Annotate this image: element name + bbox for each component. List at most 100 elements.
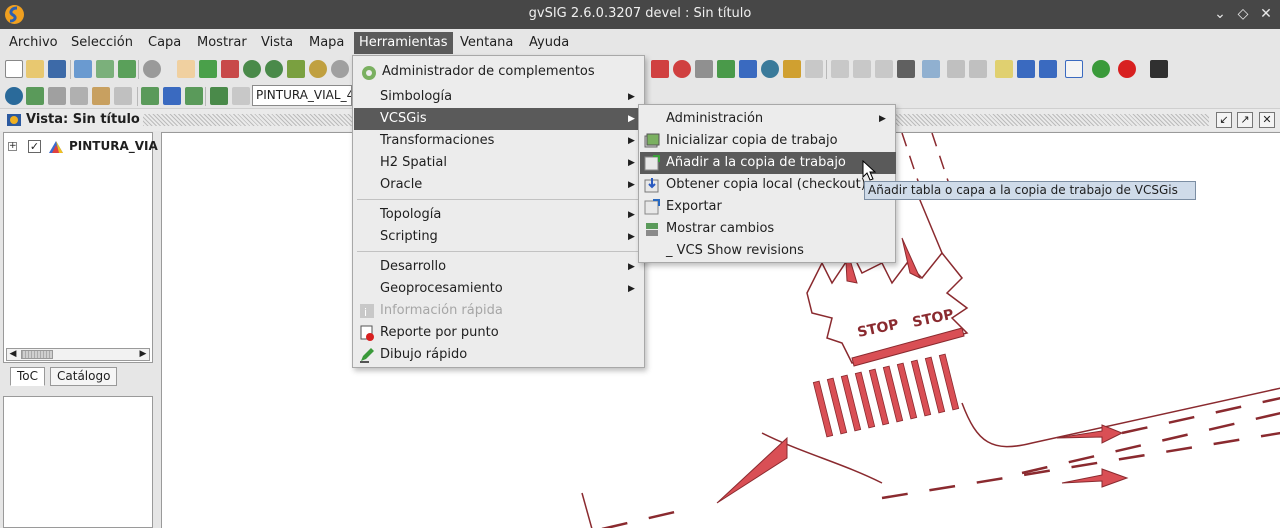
toc-horizontal-scrollbar[interactable]: ◀ ▶	[6, 348, 150, 361]
init-workingcopy-icon	[644, 133, 660, 148]
menu-ayuda[interactable]: Ayuda	[524, 32, 574, 54]
brush-icon[interactable]	[92, 87, 110, 105]
layer-edit-icon[interactable]	[210, 87, 228, 105]
menu-item-geoprocesamiento[interactable]: Geoprocesamiento ▶	[354, 278, 645, 300]
save-icon[interactable]	[48, 60, 66, 78]
menu-item-desarrollo[interactable]: Desarrollo ▶	[354, 256, 645, 278]
menu-item-mostrar-cambios[interactable]: Mostrar cambios	[640, 218, 896, 240]
upload-icon[interactable]	[185, 87, 203, 105]
tiles-icon[interactable]	[70, 87, 88, 105]
menu-herramientas[interactable]: Herramientas	[354, 32, 453, 54]
import-icon[interactable]	[118, 60, 136, 78]
layer-name: PINTURA_VIA	[69, 139, 158, 153]
attributes-icon[interactable]	[232, 87, 250, 105]
submenu-arrow-icon: ▶	[628, 92, 635, 102]
menu-capa[interactable]: Capa	[143, 32, 186, 54]
wms-globe-icon[interactable]	[5, 87, 23, 105]
menu-item-dibujo-rapido[interactable]: Dibujo rápido	[354, 344, 645, 366]
globe-icon[interactable]	[761, 60, 779, 78]
menu-item-transformaciones[interactable]: Transformaciones ▶	[354, 130, 645, 152]
sync-icon[interactable]	[48, 87, 66, 105]
toc-panel: + ✓ PINTURA_VIA	[3, 132, 158, 363]
error-icon[interactable]	[1118, 60, 1136, 78]
menu-item-checkout[interactable]: Obtener copia local (checkout)	[640, 174, 896, 196]
zoom-in-icon[interactable]	[243, 60, 261, 78]
layer-combo[interactable]: PINTURA_VIAL_4	[252, 85, 352, 106]
clear-selection-icon[interactable]	[805, 60, 823, 78]
zoom-out-icon[interactable]	[265, 60, 283, 78]
layer-visibility-checkbox[interactable]: ✓	[28, 140, 41, 153]
menu-item-simbologia[interactable]: Simbología ▶	[354, 86, 645, 108]
image-icon[interactable]	[114, 87, 132, 105]
raster-icon[interactable]	[26, 87, 44, 105]
menu-ventana[interactable]: Ventana	[455, 32, 518, 54]
pan-hand-icon[interactable]	[177, 60, 195, 78]
invert-selection-icon[interactable]	[783, 60, 801, 78]
gear-icon[interactable]	[1092, 60, 1110, 78]
menu-mapa[interactable]: Mapa	[304, 32, 349, 54]
scroll-right-icon[interactable]: ▶	[137, 349, 149, 360]
select-polygon-icon[interactable]	[695, 60, 713, 78]
layout-icon[interactable]	[875, 60, 893, 78]
select-layer-icon[interactable]	[717, 60, 735, 78]
copy-icon[interactable]	[831, 60, 849, 78]
menu-vista[interactable]: Vista	[256, 32, 298, 54]
zoom-extent-icon[interactable]	[331, 60, 349, 78]
submenu-arrow-icon: ▶	[628, 180, 635, 190]
tab-toc[interactable]: ToC	[10, 367, 46, 386]
edit-icon[interactable]	[922, 60, 940, 78]
tab-catalogo[interactable]: Catálogo	[50, 367, 118, 386]
menu-item-anadir-copia[interactable]: Añadir a la copia de trabajo	[640, 152, 896, 174]
menu-archivo[interactable]: Archivo	[4, 32, 63, 54]
submenu-arrow-icon: ▶	[628, 114, 635, 124]
add-table-icon[interactable]	[141, 87, 159, 105]
measure-distance-icon[interactable]	[947, 60, 965, 78]
download-icon[interactable]	[163, 87, 181, 105]
minimize-icon[interactable]: ⌄	[1210, 4, 1230, 24]
binoculars-icon[interactable]	[897, 60, 915, 78]
menu-seleccion[interactable]: Selección	[66, 32, 138, 54]
query-icon[interactable]	[1017, 60, 1035, 78]
maximize-view-icon[interactable]: ↗	[1237, 112, 1253, 128]
maximize-icon[interactable]: ◇	[1233, 4, 1253, 24]
layers-icon[interactable]	[287, 60, 305, 78]
mouse-pointer-icon	[862, 160, 877, 181]
open-icon[interactable]	[26, 60, 44, 78]
snap-icon[interactable]	[995, 60, 1013, 78]
close-icon[interactable]: ✕	[1256, 4, 1276, 24]
scroll-thumb[interactable]	[21, 350, 53, 359]
search-icon[interactable]	[1039, 60, 1057, 78]
eye-icon[interactable]	[143, 60, 161, 78]
menu-item-reporte-por-punto[interactable]: Reporte por punto	[354, 322, 645, 344]
submenu-arrow-icon: ▶	[628, 284, 635, 294]
menu-item-administrador-complementos[interactable]: Administrador de complementos	[354, 61, 645, 83]
zoom-layer-icon[interactable]	[309, 60, 327, 78]
menu-item-inicializar-copia[interactable]: Inicializar copia de trabajo	[640, 130, 896, 152]
select-circle-icon[interactable]	[673, 60, 691, 78]
new-layer-icon[interactable]	[96, 60, 114, 78]
menu-item-topologia[interactable]: Topología ▶	[354, 204, 645, 226]
filter-icon[interactable]	[739, 60, 757, 78]
add-layer-icon[interactable]	[74, 60, 92, 78]
close-view-icon[interactable]: ✕	[1259, 112, 1275, 128]
zoom-select-icon[interactable]	[221, 60, 239, 78]
menu-item-administracion[interactable]: Administración ▶	[640, 108, 896, 130]
restore-icon[interactable]: ↙	[1216, 112, 1232, 128]
menu-item-exportar[interactable]: Exportar	[640, 196, 896, 218]
zoom-full-icon[interactable]	[199, 60, 217, 78]
report-icon	[360, 325, 374, 341]
scroll-left-icon[interactable]: ◀	[7, 349, 19, 360]
menu-item-oracle[interactable]: Oracle ▶	[354, 174, 645, 196]
new-icon[interactable]	[5, 60, 23, 78]
menu-item-vcsgis[interactable]: VCSGis ▶	[354, 108, 645, 130]
menu-item-vcs-show-revisions[interactable]: _ VCS Show revisions	[640, 240, 896, 262]
paste-icon[interactable]	[853, 60, 871, 78]
expand-icon[interactable]: +	[8, 142, 17, 151]
menu-item-scripting[interactable]: Scripting ▶	[354, 226, 645, 248]
select-pointer-icon[interactable]	[651, 60, 669, 78]
measure-area-icon[interactable]	[969, 60, 987, 78]
menu-mostrar[interactable]: Mostrar	[192, 32, 252, 54]
tools-icon[interactable]	[1150, 60, 1168, 78]
menu-item-h2-spatial[interactable]: H2 Spatial ▶	[354, 152, 645, 174]
table-icon[interactable]	[1065, 60, 1083, 78]
